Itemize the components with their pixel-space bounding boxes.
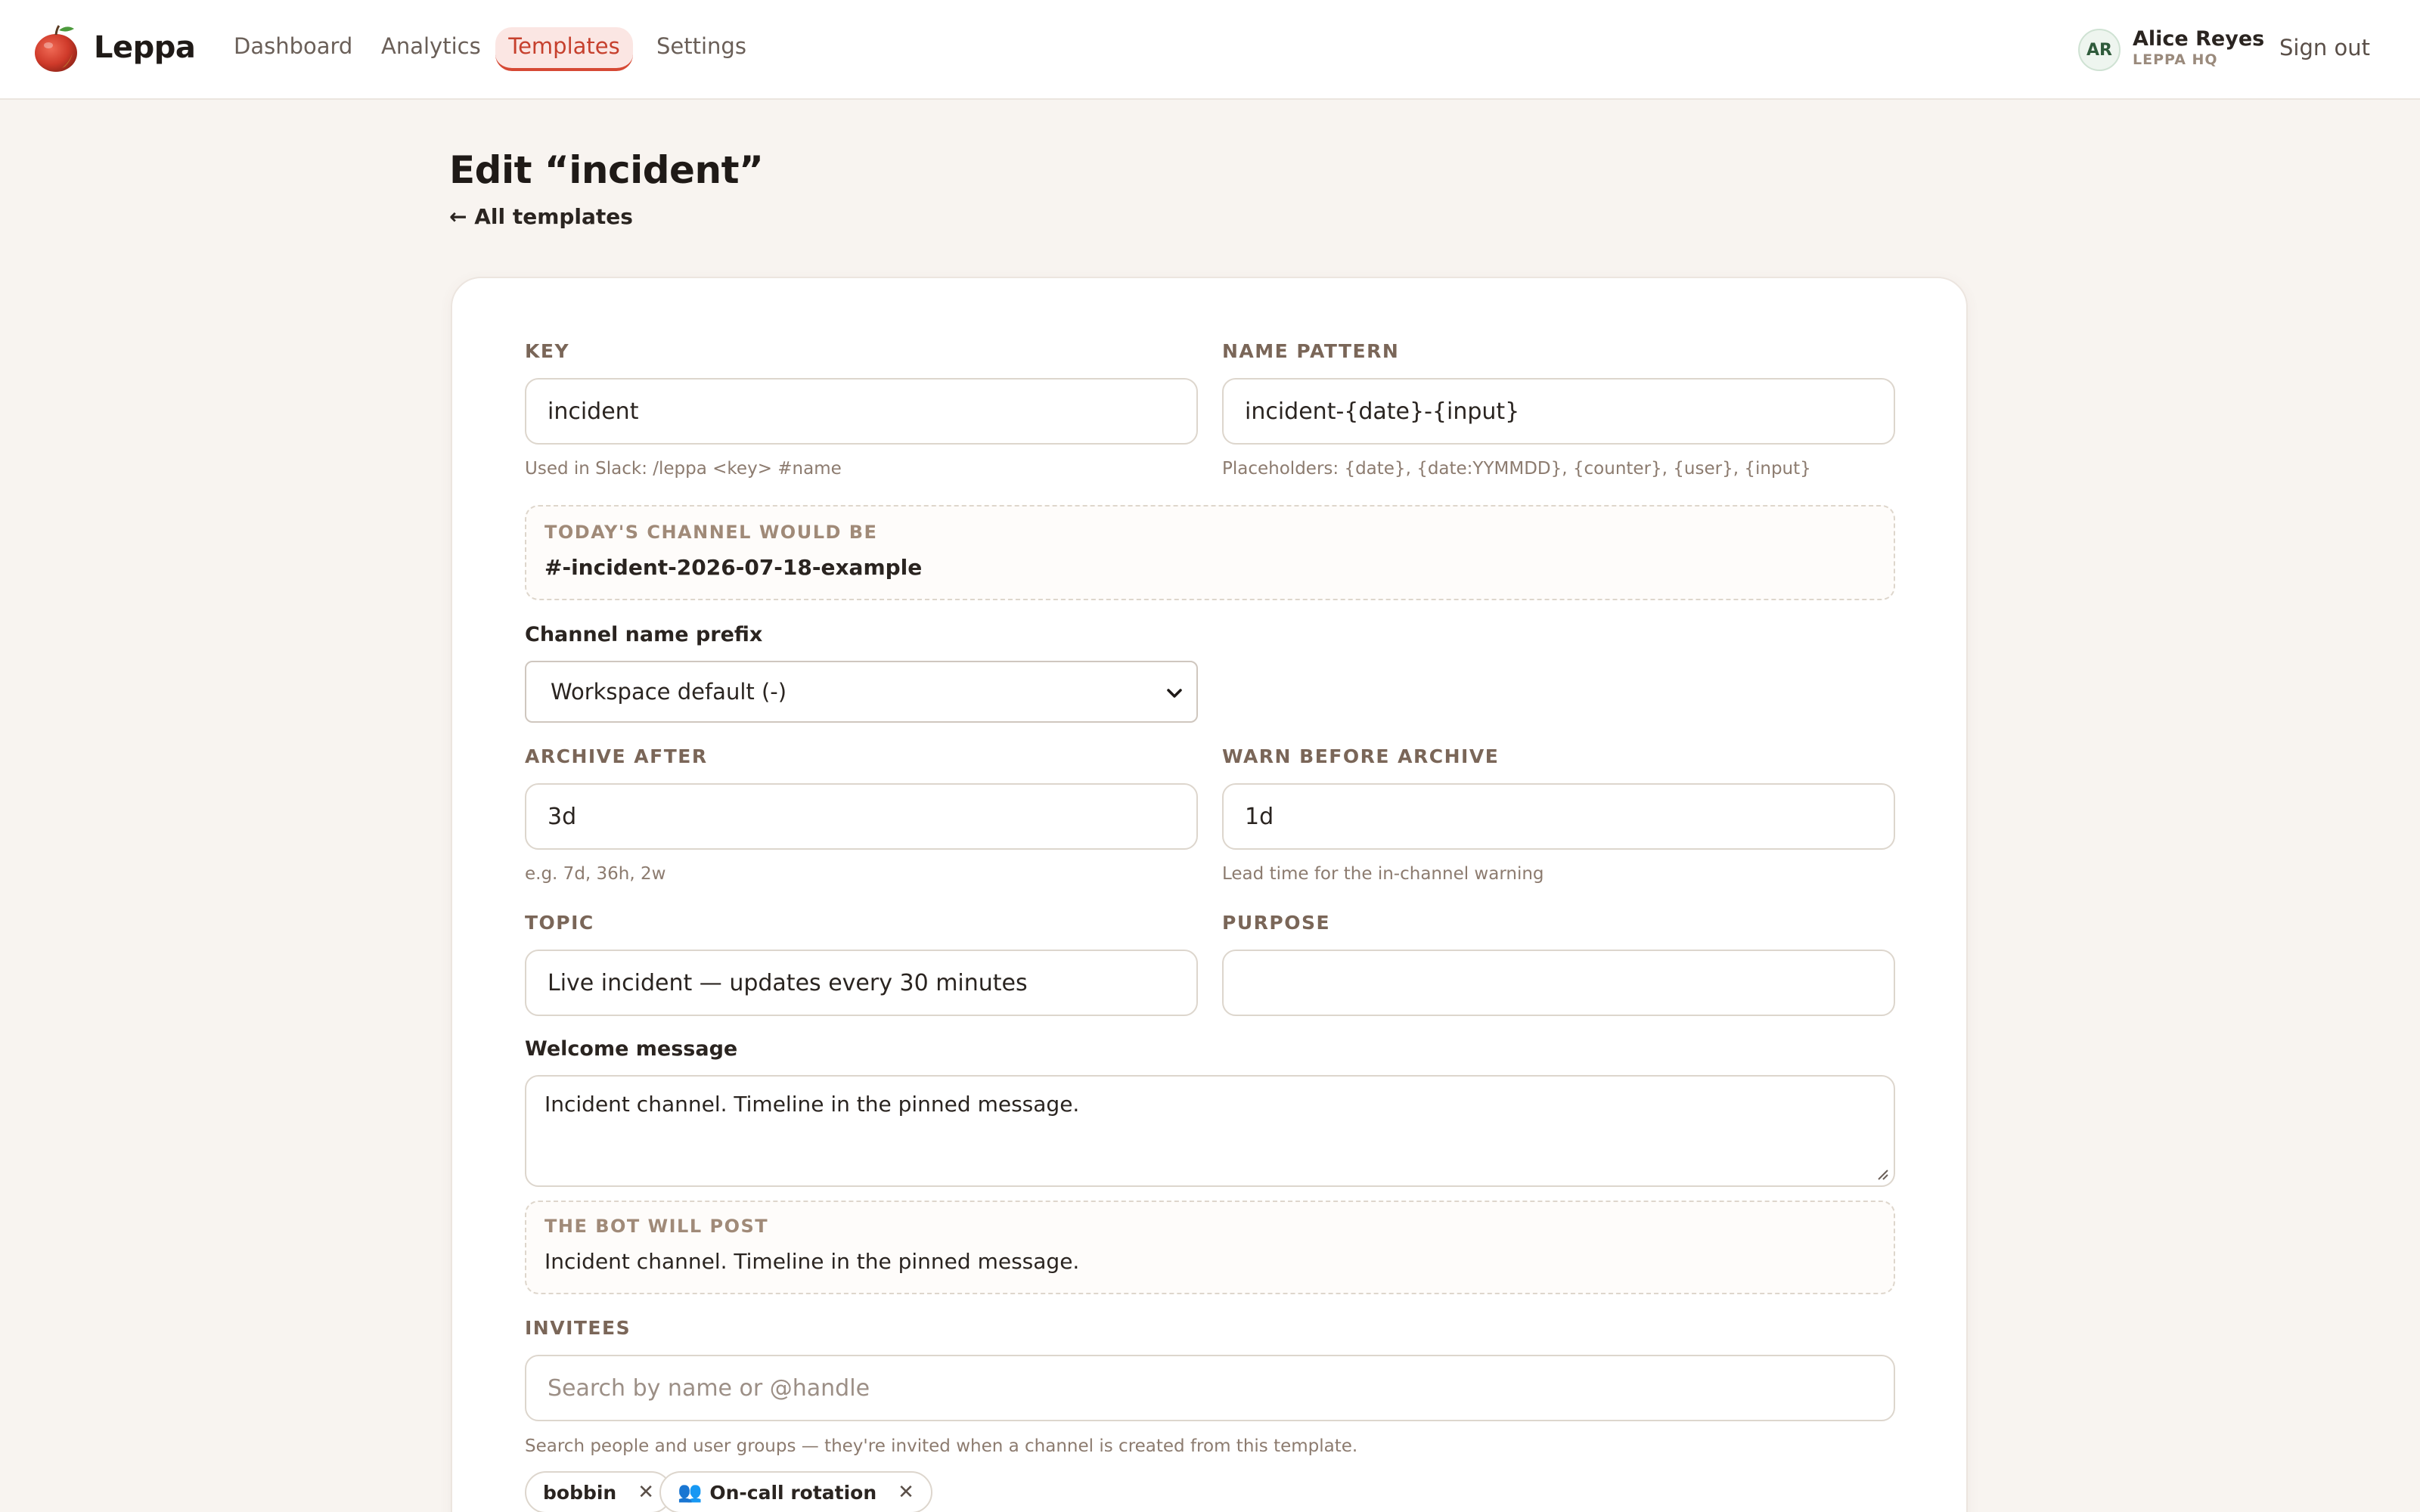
key-input[interactable]: incident [525, 378, 1198, 445]
top-bar: Leppa Dashboard Analytics Templates Sett… [0, 0, 2420, 100]
welcome-label: Welcome message [525, 1037, 738, 1061]
apple-logo-icon[interactable] [32, 23, 80, 73]
bot-preview-label: THE BOT WILL POST [544, 1216, 769, 1237]
key-label: KEY [525, 340, 570, 362]
bot-preview-box: THE BOT WILL POST Incident channel. Time… [525, 1201, 1895, 1294]
prefix-label: Channel name prefix [525, 623, 763, 646]
nav-dashboard[interactable]: Dashboard [234, 33, 352, 59]
welcome-textarea[interactable]: Incident channel. Timeline in the pinned… [525, 1075, 1895, 1187]
archive-after-help: e.g. 7d, 36h, 2w [525, 864, 666, 884]
resize-handle-icon[interactable] [1876, 1167, 1889, 1181]
invitees-help: Search people and user groups — they're … [525, 1436, 1358, 1456]
name-pattern-label: NAME PATTERN [1222, 340, 1400, 362]
purpose-input[interactable] [1222, 950, 1895, 1016]
invitee-chip-label: bobbin [543, 1481, 617, 1504]
channel-preview-box: TODAY'S CHANNEL WOULD BE #-incident-2026… [525, 505, 1895, 600]
prefix-select-value: Workspace default (-) [551, 679, 787, 705]
welcome-text: Incident channel. Timeline in the pinned… [544, 1092, 1080, 1117]
nav-templates-label: Templates [508, 33, 620, 59]
channel-preview-label: TODAY'S CHANNEL WOULD BE [544, 522, 878, 543]
purpose-label: PURPOSE [1222, 912, 1331, 934]
channel-preview-value: #-incident-2026-07-18-example [544, 555, 923, 580]
all-templates-link[interactable]: ← All templates [449, 204, 633, 229]
page-title: Edit “incident” [449, 148, 764, 192]
user-org: LEPPA HQ [2133, 51, 2218, 68]
key-help: Used in Slack: /leppa <key> #name [525, 459, 842, 479]
brand-name[interactable]: Leppa [94, 30, 196, 65]
invitees-label: INVITEES [525, 1317, 631, 1339]
user-name: Alice Reyes [2133, 27, 2265, 51]
prefix-select[interactable]: Workspace default (-) [525, 661, 1198, 723]
chevron-down-icon [1167, 689, 1182, 698]
invitee-group-chip: 👥 On-call rotation ✕ [659, 1471, 932, 1512]
name-pattern-help: Placeholders: {date}, {date:YYMMDD}, {co… [1222, 459, 1811, 479]
warn-before-label: WARN BEFORE ARCHIVE [1222, 745, 1500, 767]
bot-preview-value: Incident channel. Timeline in the pinned… [544, 1249, 1080, 1274]
warn-before-help: Lead time for the in-channel warning [1222, 864, 1544, 884]
remove-invitee-icon[interactable]: ✕ [638, 1481, 654, 1504]
topic-input[interactable]: Live incident — updates every 30 minutes [525, 950, 1198, 1016]
nav-settings[interactable]: Settings [656, 33, 746, 59]
warn-before-input[interactable]: 1d [1222, 783, 1895, 850]
name-pattern-input[interactable]: incident-{date}-{input} [1222, 378, 1895, 445]
avatar[interactable]: AR [2078, 29, 2121, 71]
group-icon: 👥 [678, 1481, 703, 1504]
nav-templates[interactable]: Templates [495, 27, 633, 71]
invitees-search-placeholder: Search by name or @handle [548, 1374, 870, 1402]
archive-after-input[interactable]: 3d [525, 783, 1198, 850]
sign-out-button[interactable]: Sign out [2279, 35, 2370, 60]
archive-after-label: ARCHIVE AFTER [525, 745, 708, 767]
invitee-chip: bobbin ✕ [525, 1471, 673, 1512]
remove-invitee-icon[interactable]: ✕ [898, 1481, 914, 1504]
invitee-group-chip-label: On-call rotation [709, 1481, 877, 1504]
nav-analytics[interactable]: Analytics [381, 33, 481, 59]
invitees-search-input[interactable]: Search by name or @handle [525, 1355, 1895, 1421]
topic-label: TOPIC [525, 912, 594, 934]
